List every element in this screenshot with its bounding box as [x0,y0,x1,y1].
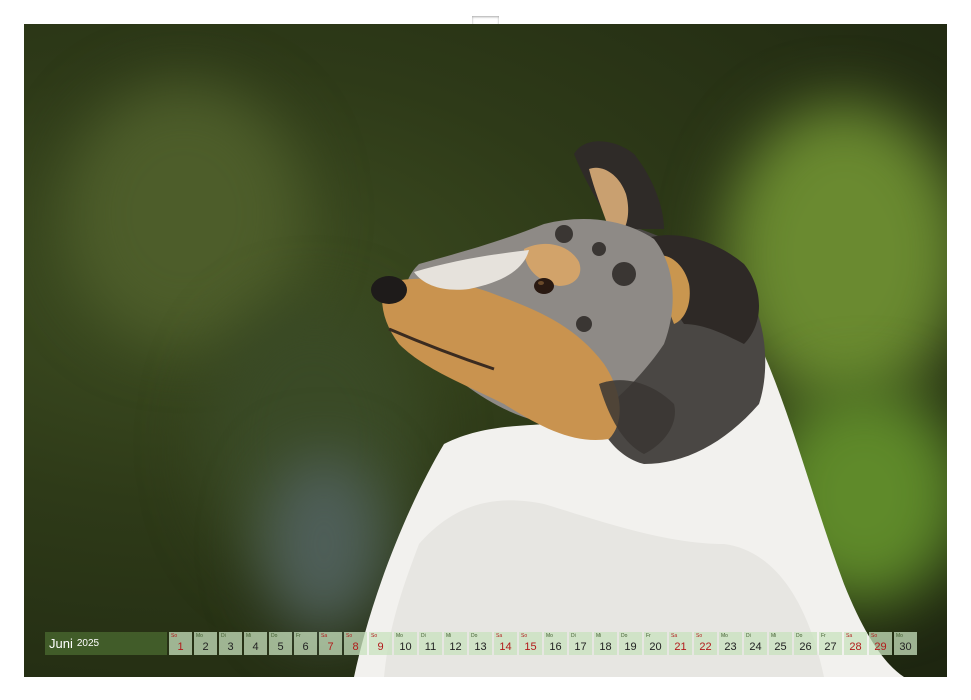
day-abbrev: Mo [721,633,728,639]
calendar-day: So 1 [169,632,192,655]
calendar-day: Sa 7 [319,632,342,655]
day-abbrev: Mi [446,633,452,639]
day-number: 10 [399,641,412,653]
calendar-day: Do 26 [794,632,817,655]
calendar-day: Di 11 [419,632,442,655]
day-number: 20 [649,641,662,653]
calendar-day: So 15 [519,632,542,655]
calendar-day: Mi 25 [769,632,792,655]
day-number: 23 [724,641,737,653]
day-abbrev: Mo [196,633,203,639]
day-number: 27 [824,641,837,653]
day-abbrev: Mo [546,633,553,639]
month-year: 2025 [76,638,100,649]
calendar-day: Mo 10 [394,632,417,655]
day-abbrev: Mo [396,633,403,639]
day-abbrev: So [346,633,353,639]
day-number: 29 [874,641,887,653]
calendar-day: Mi 18 [594,632,617,655]
calendar-day: Fr 20 [644,632,667,655]
day-number: 25 [774,641,787,653]
calendar-day: So 8 [344,632,367,655]
day-number: 22 [699,641,712,653]
day-cells: So 1 Mo 2 Di 3 Mi 4 Do 5 Fr 6 Sa 7 So 8 So 9 Mo 10 Di 11 Mi 12 D… [169,632,917,655]
calendar-day: Mi 12 [444,632,467,655]
day-abbrev: Di [746,633,751,639]
day-abbrev: So [371,633,378,639]
day-abbrev: Do [471,633,478,639]
month-label: Juni 2025 [45,632,167,655]
day-abbrev: So [696,633,703,639]
calendar-day: So 22 [694,632,717,655]
calendar-day: Do 19 [619,632,642,655]
day-abbrev: So [171,633,178,639]
day-abbrev: Di [421,633,426,639]
day-number: 2 [202,641,209,653]
calendar-day: Di 24 [744,632,767,655]
day-number: 15 [524,641,537,653]
day-abbrev: Di [221,633,226,639]
calendar-strip: Juni 2025 So 1 Mo 2 Di 3 Mi 4 Do 5 Fr 6 Sa 7 So 8 So 9 Mo 1… [45,632,917,655]
day-abbrev: Mi [771,633,777,639]
day-abbrev: Sa [496,633,503,639]
calendar-day: Fr 27 [819,632,842,655]
day-number: 24 [749,641,762,653]
day-number: 8 [352,641,359,653]
day-abbrev: Di [571,633,576,639]
day-number: 14 [499,641,512,653]
calendar-day: Sa 14 [494,632,517,655]
day-abbrev: Sa [846,633,853,639]
day-number: 30 [899,641,912,653]
day-number: 21 [674,641,687,653]
day-number: 18 [599,641,612,653]
calendar-day: Di 17 [569,632,592,655]
calendar-day: Di 3 [219,632,242,655]
day-number: 5 [277,641,284,653]
day-number: 28 [849,641,862,653]
day-number: 26 [799,641,812,653]
day-abbrev: Mi [596,633,602,639]
day-abbrev: Mi [246,633,252,639]
calendar-day: So 9 [369,632,392,655]
calendar-day: Sa 21 [669,632,692,655]
day-abbrev: So [871,633,878,639]
day-abbrev: Do [621,633,628,639]
day-abbrev: Mo [896,633,903,639]
calendar-day: Do 5 [269,632,292,655]
day-number: 19 [624,641,637,653]
calendar-day: Sa 28 [844,632,867,655]
calendar-day: Do 13 [469,632,492,655]
day-number: 16 [549,641,562,653]
day-number: 11 [424,641,437,653]
calendar-day: Mo 2 [194,632,217,655]
day-number: 12 [449,641,462,653]
day-number: 6 [302,641,309,653]
calendar-day: Mo 23 [719,632,742,655]
calendar-day: So 29 [869,632,892,655]
day-abbrev: Sa [321,633,328,639]
day-abbrev: Sa [671,633,678,639]
calendar-day: Fr 6 [294,632,317,655]
calendar-day: Mo 16 [544,632,567,655]
day-abbrev: Fr [646,633,651,639]
calendar-day: Mo 30 [894,632,917,655]
day-number: 1 [177,641,184,653]
calendar-day: Mi 4 [244,632,267,655]
collie-photo [24,24,947,677]
day-number: 17 [574,641,587,653]
day-number: 4 [252,641,259,653]
day-abbrev: Fr [821,633,826,639]
day-abbrev: Do [271,633,278,639]
day-abbrev: Fr [296,633,301,639]
day-number: 3 [227,641,234,653]
day-number: 13 [474,641,487,653]
day-number: 7 [327,641,334,653]
day-abbrev: Do [796,633,803,639]
day-number: 9 [377,641,384,653]
month-name: Juni [49,636,73,651]
day-abbrev: So [521,633,528,639]
